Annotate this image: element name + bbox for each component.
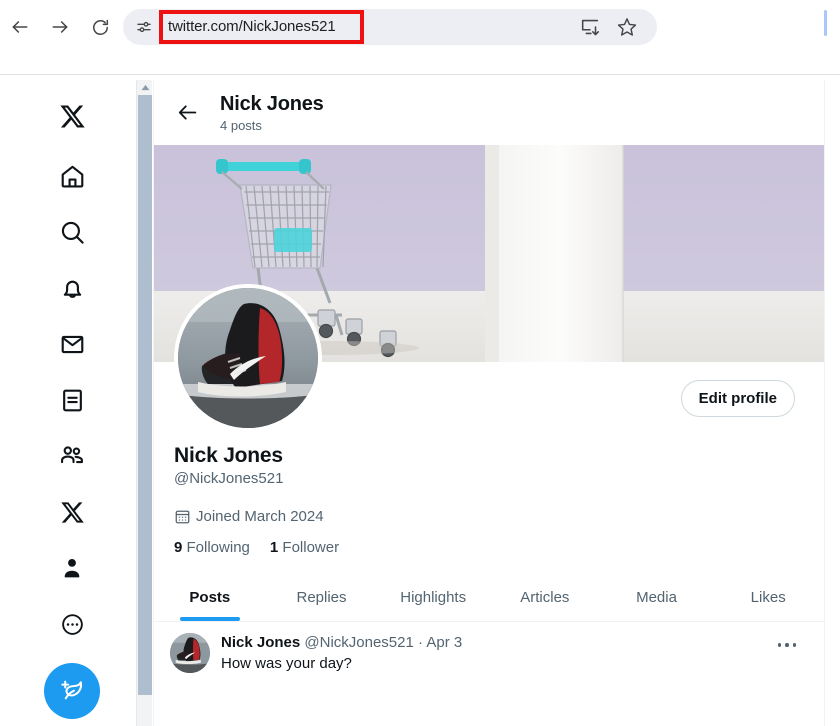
sidebar-item-profile[interactable] (50, 546, 94, 590)
profile-actions-row: Edit profile (154, 284, 824, 435)
more-circle-icon (61, 613, 83, 635)
profile-header-bar: Nick Jones 4 posts (154, 80, 824, 145)
omnibox[interactable]: twitter.com/NickJones521 (123, 9, 657, 45)
post-list: Nick Jones @NickJones521 · Apr 3 How was… (154, 622, 824, 674)
sidebar-item-x-logo[interactable] (50, 94, 94, 138)
grok-icon (62, 389, 82, 411)
browser-back-button[interactable] (5, 12, 35, 42)
post-author-handle[interactable]: @NickJones521 (304, 634, 413, 651)
profile-display-name: Nick Jones (174, 444, 283, 467)
browser-forward-button[interactable] (45, 12, 75, 42)
communities-icon (61, 446, 83, 464)
tab-replies[interactable]: Replies (266, 574, 378, 621)
sidebar-item-explore[interactable] (50, 210, 94, 254)
scroll-thumb[interactable] (138, 95, 152, 695)
sidebar-item-communities[interactable] (50, 434, 94, 478)
main-content-column: Nick Jones 4 posts Edit profile Nick Jon… (153, 80, 825, 726)
following-label: Following (186, 539, 250, 556)
edit-profile-button[interactable]: Edit profile (680, 380, 795, 417)
back-arrow-icon (178, 105, 196, 120)
x-logo-icon (59, 105, 85, 127)
compose-post-button[interactable] (44, 663, 100, 719)
post-date[interactable]: Apr 3 (426, 634, 462, 651)
followers-stat[interactable]: 1 Follower (270, 539, 339, 556)
profile-header-titles: Nick Jones 4 posts (220, 92, 324, 134)
x-premium-icon (60, 501, 84, 523)
dot-icon (778, 643, 782, 647)
tab-highlights[interactable]: Highlights (377, 574, 489, 621)
tab-likes[interactable]: Likes (712, 574, 824, 621)
profile-stats: 9 Following 1 Follower (174, 539, 804, 556)
avatar-image (170, 633, 210, 673)
install-app-icon[interactable] (579, 16, 601, 38)
sidebar-item-messages[interactable] (50, 322, 94, 366)
table-row[interactable]: Nick Jones @NickJones521 · Apr 3 How was… (154, 622, 824, 674)
profile-info: Nick Jones @NickJones521 Joined March 20… (154, 435, 824, 556)
post-author-name[interactable]: Nick Jones (221, 634, 300, 651)
profile-handle: @NickJones521 (174, 470, 284, 487)
avatar-image (178, 288, 318, 428)
site-settings-icon[interactable] (132, 15, 156, 39)
post-meta: Nick Jones @NickJones521 · Apr 3 (221, 633, 808, 653)
page-title: Nick Jones (220, 92, 324, 115)
sidebar-item-grok[interactable] (50, 378, 94, 422)
back-arrow-icon (12, 21, 28, 33)
profile-joined-date: Joined March 2024 (174, 508, 804, 525)
toolbar-divider (0, 74, 840, 75)
search-icon (61, 221, 84, 244)
tab-media[interactable]: Media (601, 574, 713, 621)
calendar-icon (175, 510, 190, 524)
sidebar-item-more[interactable] (50, 602, 94, 646)
tab-edge-indicator (824, 10, 827, 36)
browser-reload-button[interactable] (85, 12, 115, 42)
compose-feather-plus-icon (61, 680, 83, 700)
scroll-up-arrow-icon[interactable] (137, 80, 153, 94)
person-icon (64, 559, 80, 578)
envelope-icon (61, 335, 83, 353)
reload-icon (92, 19, 108, 35)
sidebar-item-notifications[interactable] (50, 266, 94, 310)
url-text[interactable]: twitter.com/NickJones521 (168, 18, 336, 35)
star-bookmark-icon[interactable] (616, 16, 638, 38)
x-sidebar (0, 80, 136, 726)
home-icon (61, 165, 83, 187)
avatar[interactable] (174, 284, 322, 432)
sidebar-item-home[interactable] (50, 154, 94, 198)
page-scrollbar[interactable] (136, 80, 152, 726)
followers-count: 1 (269, 539, 279, 556)
tab-posts[interactable]: Posts (154, 574, 266, 621)
profile-tabs: Posts Replies Highlights Articles Media … (154, 574, 824, 622)
following-stat[interactable]: 9 Following (174, 539, 250, 556)
post-body: Nick Jones @NickJones521 · Apr 3 How was… (221, 633, 808, 674)
tab-articles[interactable]: Articles (489, 574, 601, 621)
post-author-avatar[interactable] (170, 633, 210, 673)
post-text: How was your day? (221, 655, 352, 672)
profile-back-button[interactable] (170, 96, 204, 130)
post-more-options-button[interactable] (776, 636, 798, 654)
sidebar-item-premium[interactable] (50, 490, 94, 534)
bell-icon (63, 280, 81, 298)
forward-arrow-icon (52, 21, 68, 33)
followers-label: Follower (282, 539, 340, 556)
post-count-label: 4 posts (220, 117, 262, 133)
dot-icon (792, 643, 796, 647)
browser-toolbar: twitter.com/NickJones521 (0, 0, 840, 75)
dot-icon (785, 643, 789, 647)
joined-label: Joined March 2024 (196, 508, 324, 525)
post-meta-separator: · (418, 634, 424, 651)
following-count: 9 (174, 539, 183, 556)
